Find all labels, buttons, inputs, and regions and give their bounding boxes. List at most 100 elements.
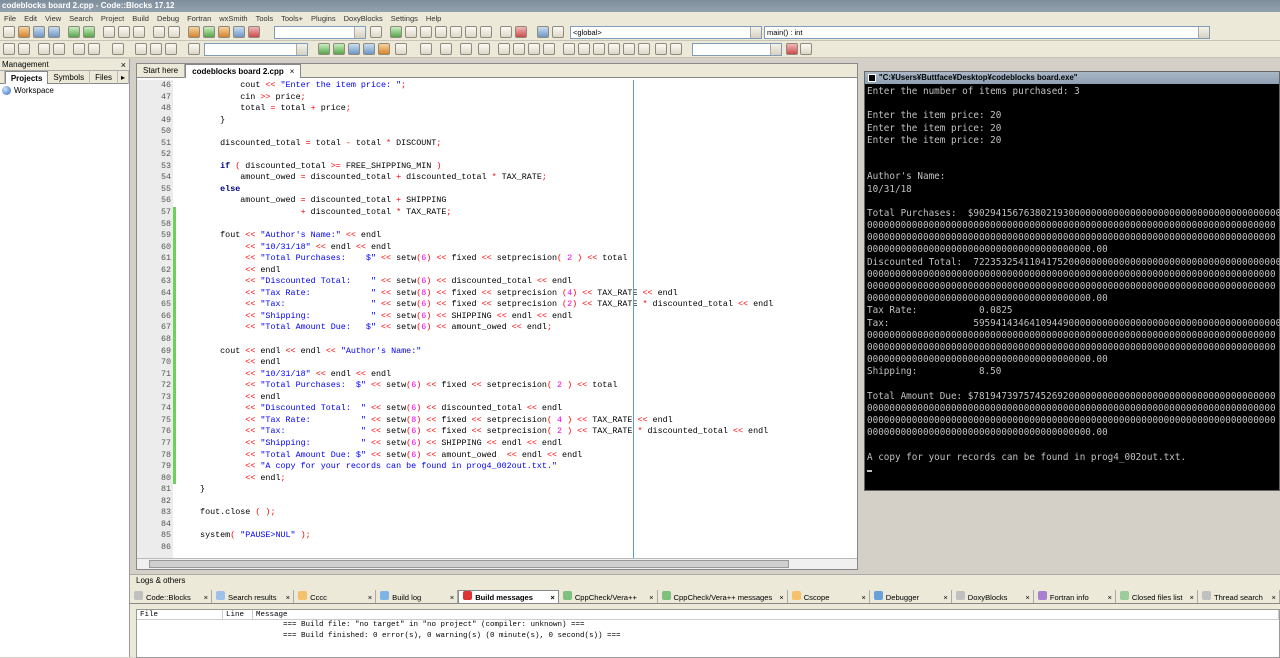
code-line[interactable]: 83 fout.close ( ); — [137, 507, 857, 519]
toggle-bookmark-icon[interactable] — [150, 43, 162, 55]
back-arrow-icon[interactable] — [318, 43, 330, 55]
code-line[interactable]: 54 amount_owed = discounted_total + disc… — [137, 172, 857, 184]
close-tab-icon[interactable]: × — [286, 591, 290, 604]
function-combo[interactable]: main() : int — [764, 26, 1210, 39]
settings-icon[interactable] — [3, 43, 15, 55]
doxy-extract-icon[interactable] — [88, 43, 100, 55]
run-icon[interactable] — [203, 26, 215, 38]
redo-icon[interactable] — [83, 26, 95, 38]
replace-icon[interactable] — [168, 26, 180, 38]
image-icon[interactable] — [478, 43, 490, 55]
tab-start-here[interactable]: Start here — [137, 64, 186, 78]
layout-8-icon[interactable] — [608, 43, 620, 55]
layout-6-icon[interactable] — [578, 43, 590, 55]
cut-icon[interactable] — [103, 26, 115, 38]
debug-windows-icon[interactable] — [537, 26, 549, 38]
next-line-icon[interactable] — [420, 26, 432, 38]
log-tab-build-log[interactable]: Build log × — [376, 590, 459, 603]
code-line[interactable]: 67 << "Total Amount Due: $" << setw(6) <… — [137, 322, 857, 335]
close-tab-icon[interactable]: × — [290, 67, 295, 76]
code-line[interactable]: 51 discounted_total = total - total * DI… — [137, 137, 857, 150]
code-line[interactable]: 60 << "10/31/18" << endl << endl — [137, 241, 857, 254]
pause-icon[interactable] — [500, 26, 512, 38]
code-line[interactable]: 66 << "Shipping: " << setw(6) << SHIPPIN… — [137, 310, 857, 323]
layout-3-icon[interactable] — [528, 43, 540, 55]
doxy-wizard-icon[interactable] — [73, 43, 85, 55]
log-tab-doxyblocks[interactable]: DoxyBlocks × — [952, 590, 1034, 603]
close-tab-icon[interactable]: × — [861, 591, 865, 604]
close-tab-icon[interactable]: × — [779, 591, 783, 604]
log-tab-fortran-info[interactable]: Fortran info × — [1034, 590, 1116, 604]
paste-icon[interactable] — [133, 26, 145, 38]
menu-settings[interactable]: Settings — [387, 14, 422, 23]
menu-fortran[interactable]: Fortran — [183, 14, 215, 23]
code-line[interactable]: 71 << "10/31/18" << endl << endl — [137, 368, 857, 381]
layout-1-icon[interactable] — [498, 43, 510, 55]
spell-icon[interactable] — [786, 43, 798, 55]
run-to-cursor-icon[interactable] — [405, 26, 417, 38]
c-icon[interactable] — [670, 43, 682, 55]
code-line[interactable]: 52 — [137, 149, 857, 161]
log-tab-build-messages[interactable]: Build messages × — [458, 590, 559, 603]
comment-icon[interactable] — [38, 43, 50, 55]
highlight-icon[interactable] — [378, 43, 390, 55]
close-tab-icon[interactable]: × — [943, 591, 947, 604]
code-line[interactable]: 74 << "Discounted Total: " << setw(6) <<… — [137, 403, 857, 415]
code-line[interactable]: 46 cout << "Enter the item price: "; — [137, 80, 857, 92]
log-row[interactable]: === Build file: "no target" in "no proje… — [137, 620, 1279, 631]
dialog-icon[interactable] — [460, 43, 472, 55]
close-tab-icon[interactable]: × — [649, 591, 653, 604]
code-line[interactable]: 69 cout << endl << endl << "Author's Nam… — [137, 345, 857, 358]
menu-doxyblocks[interactable]: DoxyBlocks — [340, 14, 387, 23]
close-tab-icon[interactable]: × — [1107, 591, 1111, 604]
code-line[interactable]: 55 else — [137, 183, 857, 196]
various-info-icon[interactable] — [552, 26, 564, 38]
copy-icon[interactable] — [118, 26, 130, 38]
next-instruction-icon[interactable] — [465, 26, 477, 38]
code-line[interactable]: 48 total = total + price; — [137, 103, 857, 115]
scope-combo[interactable]: <global> — [570, 26, 762, 39]
col-message[interactable]: Message — [253, 610, 1279, 619]
code-line[interactable]: 63 << "Discounted Total: " << setw(6) <<… — [137, 276, 857, 288]
log-tab-code-blocks[interactable]: Code::Blocks × — [130, 590, 213, 603]
step-into-icon[interactable] — [435, 26, 447, 38]
next-bookmark-icon[interactable] — [165, 43, 177, 55]
dictionary-icon[interactable] — [800, 43, 812, 55]
log-tab-cppcheck-vera-[interactable]: CppCheck/Vera++ × — [559, 590, 658, 604]
menu-project[interactable]: Project — [97, 14, 128, 23]
menu-build[interactable]: Build — [128, 14, 153, 23]
log-tab-cppcheck-vera-messages[interactable]: CppCheck/Vera++ messages × — [658, 590, 788, 604]
col-line[interactable]: Line — [223, 610, 253, 619]
close-icon[interactable]: × — [121, 59, 126, 71]
menu-help[interactable]: Help — [422, 14, 445, 23]
code-line[interactable]: 70 << endl — [137, 357, 857, 369]
build-gear-icon[interactable] — [188, 26, 200, 38]
code-line[interactable]: 62 << endl — [137, 264, 857, 277]
code-line[interactable]: 81 } — [137, 484, 857, 496]
menu-tools[interactable]: Tools — [252, 14, 278, 23]
selector-icon[interactable] — [188, 43, 200, 55]
tab-projects[interactable]: Projects — [4, 71, 49, 84]
abort-icon[interactable] — [248, 26, 260, 38]
layout-7-icon[interactable] — [593, 43, 605, 55]
menu-debug[interactable]: Debug — [153, 14, 183, 23]
build-run-icon[interactable] — [218, 26, 230, 38]
code-line[interactable]: 56 amount_owed = discounted_total + SHIP… — [137, 195, 857, 208]
code-line[interactable]: 68 — [137, 334, 857, 346]
tab-files[interactable]: Files — [90, 71, 118, 84]
code-line[interactable]: 80 << endl; — [137, 472, 857, 485]
code-line[interactable]: 82 — [137, 495, 857, 508]
options-icon[interactable] — [18, 43, 30, 55]
log-tab-debugger[interactable]: Debugger × — [870, 590, 952, 604]
menu-wxsmith[interactable]: wxSmith — [215, 14, 251, 23]
code-line[interactable]: 73 << endl — [137, 391, 857, 404]
layout-5-icon[interactable] — [563, 43, 575, 55]
scrollbar-thumb[interactable] — [149, 560, 789, 568]
code-line[interactable]: 77 << "Shipping: " << setw(6) << SHIPPIN… — [137, 437, 857, 450]
code-line[interactable]: 57 + discounted_total * TAX_RATE; — [137, 207, 857, 219]
log-tab-search-results[interactable]: Search results × — [212, 590, 295, 604]
tab-codeblocks-board-2[interactable]: codeblocks board 2.cpp × — [185, 64, 302, 78]
code-line[interactable]: 78 << "Total Amount Due: $" << setw(6) <… — [137, 449, 857, 462]
jump-icon[interactable] — [348, 43, 360, 55]
build-target-combo[interactable] — [274, 26, 366, 39]
